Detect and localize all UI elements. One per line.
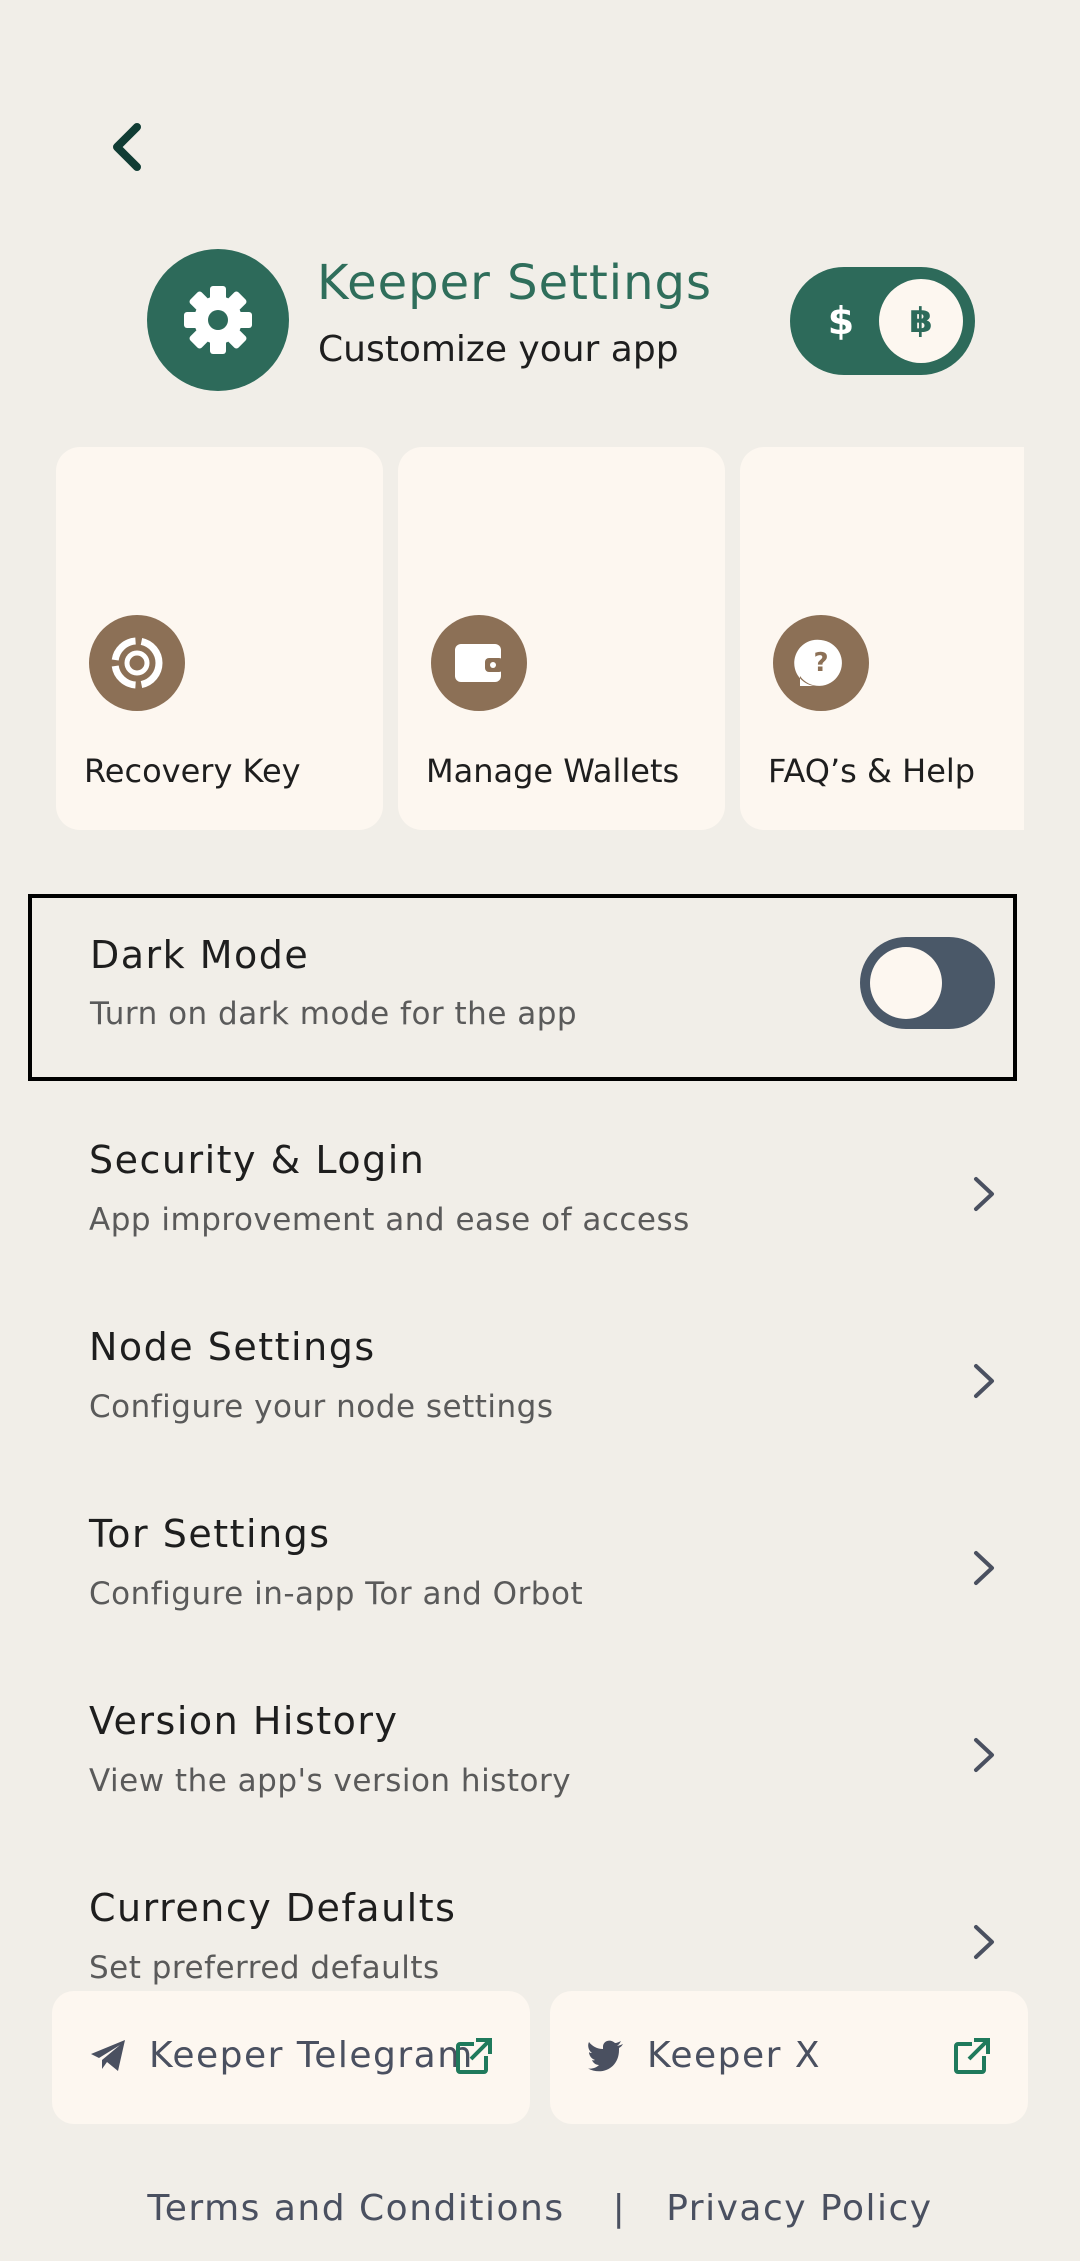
settings-screen: Keeper Settings Customize your app $ ฿ R…: [0, 0, 1080, 2261]
menu-item-title: Node Settings: [89, 1325, 376, 1369]
svg-text:?: ?: [813, 648, 828, 678]
bitcoin-knob: ฿: [879, 279, 963, 363]
toggle-knob: [870, 947, 942, 1019]
keeper-x-button[interactable]: Keeper X: [550, 1991, 1028, 2124]
privacy-link[interactable]: Privacy Policy: [666, 2188, 932, 2229]
card-label: Manage Wallets: [426, 752, 680, 790]
chevron-right-icon: [974, 1177, 994, 1211]
wallet-icon: [431, 615, 527, 711]
manage-wallets-card[interactable]: Manage Wallets: [398, 447, 725, 830]
menu-item-title: Security & Login: [89, 1138, 426, 1182]
help-icon: ?: [773, 615, 869, 711]
page-subtitle: Customize your app: [318, 329, 679, 370]
menu-item-security-login[interactable]: Security & Login App improvement and eas…: [0, 1114, 1080, 1301]
currency-toggle[interactable]: $ ฿: [790, 267, 975, 375]
chevron-right-icon: [974, 1738, 994, 1772]
menu-item-version-history[interactable]: Version History View the app's version h…: [0, 1675, 1080, 1862]
menu-item-title: Currency Defaults: [89, 1886, 457, 1930]
quick-actions-carousel[interactable]: Recovery Key Manage Wallets ? FAQ’s & He…: [56, 447, 1024, 830]
settings-header: Keeper Settings Customize your app $ ฿: [147, 249, 977, 391]
chevron-right-icon: [974, 1551, 994, 1585]
footer-links: Terms and Conditions | Privacy Policy: [0, 2183, 1080, 2233]
menu-item-subtitle: Configure your node settings: [89, 1389, 554, 1425]
telegram-label: Keeper Telegram: [149, 2035, 474, 2076]
settings-gear-icon: [147, 249, 289, 391]
keeper-telegram-button[interactable]: Keeper Telegram: [52, 1991, 530, 2124]
recovery-key-icon: [89, 615, 185, 711]
dollar-symbol: $: [827, 299, 855, 343]
menu-item-tor-settings[interactable]: Tor Settings Configure in-app Tor and Or…: [0, 1488, 1080, 1675]
terms-link[interactable]: Terms and Conditions: [147, 2188, 564, 2229]
recovery-key-card[interactable]: Recovery Key: [56, 447, 383, 830]
menu-item-subtitle: View the app's version history: [89, 1763, 572, 1799]
back-button[interactable]: [95, 115, 159, 179]
menu-item-node-settings[interactable]: Node Settings Configure your node settin…: [0, 1301, 1080, 1488]
dark-mode-title: Dark Mode: [90, 933, 310, 977]
page-title: Keeper Settings: [317, 255, 713, 311]
dark-mode-toggle[interactable]: [860, 937, 995, 1029]
card-label: FAQ’s & Help: [768, 752, 976, 790]
footer-separator: |: [612, 2187, 627, 2229]
external-link-icon: [456, 2038, 492, 2074]
faq-help-card[interactable]: ? FAQ’s & Help: [740, 447, 1024, 830]
external-link-icon: [954, 2038, 990, 2074]
menu-item-title: Version History: [89, 1699, 399, 1743]
dark-mode-row[interactable]: Dark Mode Turn on dark mode for the app: [28, 894, 1017, 1081]
dark-mode-subtitle: Turn on dark mode for the app: [90, 996, 578, 1032]
telegram-icon: [91, 2040, 125, 2071]
menu-item-subtitle: App improvement and ease of access: [89, 1202, 690, 1238]
chevron-right-icon: [974, 1925, 994, 1959]
twitter-bird-icon: [588, 2040, 623, 2072]
x-label: Keeper X: [647, 2035, 822, 2076]
chevron-left-icon: [113, 123, 141, 171]
menu-item-subtitle: Set preferred defaults: [89, 1950, 440, 1986]
menu-item-subtitle: Configure in-app Tor and Orbot: [89, 1576, 584, 1612]
menu-item-title: Tor Settings: [89, 1512, 331, 1556]
card-label: Recovery Key: [84, 752, 301, 790]
chevron-right-icon: [974, 1364, 994, 1398]
